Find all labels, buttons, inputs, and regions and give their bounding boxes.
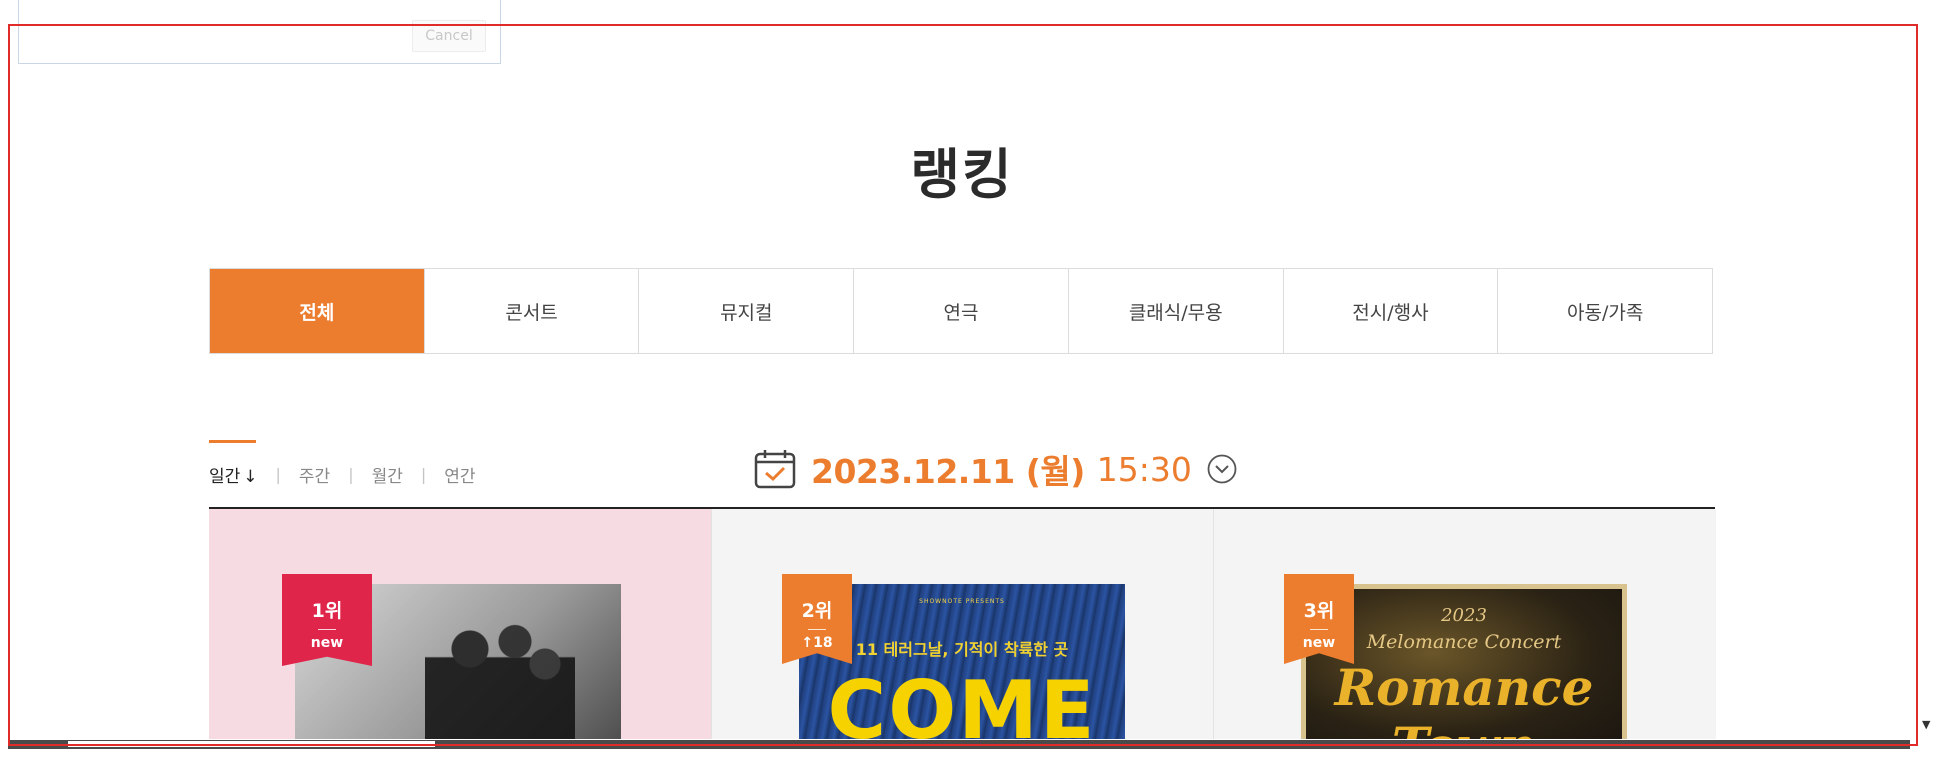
category-tabs: 전체 콘서트 뮤지컬 연극 클래식/무용 전시/행사 아동/가족	[209, 268, 1713, 354]
tab-classic-dance[interactable]: 클래식/무용	[1067, 269, 1283, 353]
ranking-item-2[interactable]: SHOWNOTE PRESENTS 11 테러그날, 기적이 착륙한 곳 COM…	[711, 509, 1214, 739]
period-daily[interactable]: 일간 ↓	[209, 462, 258, 487]
period-active-indicator	[209, 440, 256, 443]
rank-label: 2위	[801, 600, 833, 622]
period-divider: |	[420, 465, 427, 484]
scrollbar-thumb[interactable]	[68, 741, 435, 747]
rank-change: new	[1302, 635, 1336, 651]
tab-kids-family[interactable]: 아동/가족	[1497, 269, 1712, 353]
horizontal-scrollbar[interactable]	[8, 740, 1910, 749]
calendar-icon[interactable]	[753, 447, 797, 491]
period-monthly[interactable]: 월간	[372, 462, 403, 487]
cancel-button[interactable]: Cancel	[412, 20, 486, 52]
period-divider: |	[275, 465, 281, 484]
rank-change: ↑18	[801, 635, 833, 651]
chevron-down-circle-icon[interactable]	[1206, 453, 1238, 485]
period-daily-label: 일간	[209, 467, 241, 487]
ranking-date: 2023.12.11 (월) 15:30	[753, 446, 1238, 492]
ranking-item-1[interactable]: 1위 new	[209, 509, 711, 739]
poster-title: COME	[827, 664, 1097, 739]
tab-exhibition-event[interactable]: 전시/행사	[1282, 269, 1498, 353]
poster-title: Romance Town	[1334, 658, 1594, 740]
period-weekly[interactable]: 주간	[299, 462, 330, 487]
rank-label: 1위	[311, 600, 343, 622]
badge-rule	[1310, 629, 1328, 630]
rank-badge: 2위 ↑18	[782, 574, 852, 664]
rank-label: 3위	[1303, 600, 1335, 622]
ranking-time-text: 15:30	[1096, 449, 1192, 489]
period-selector: 일간 ↓ | 주간 | 월간 | 연간	[209, 462, 476, 487]
period-yearly[interactable]: 연간	[444, 462, 475, 487]
page-title: 랭킹	[910, 143, 1014, 206]
tab-play[interactable]: 연극	[853, 269, 1068, 353]
poster-figures	[425, 604, 575, 739]
period-divider: |	[348, 465, 354, 484]
ranking-item-3[interactable]: 2023 Melomance Concert Romance Town 3위 n…	[1213, 509, 1716, 739]
scroll-down-arrow-icon[interactable]: ▼	[1922, 718, 1930, 731]
tab-all[interactable]: 전체	[210, 269, 424, 353]
tab-musical[interactable]: 뮤지컬	[638, 269, 853, 353]
badge-rule	[808, 629, 826, 630]
ranking-date-text: 2023.12.11 (월)	[811, 452, 1085, 491]
sort-arrow-icon: ↓	[243, 467, 258, 487]
dialog-remnant: Cancel	[18, 0, 501, 64]
rank-badge: 3위 new	[1284, 574, 1354, 664]
tab-concert[interactable]: 콘서트	[423, 269, 639, 353]
badge-rule	[318, 629, 336, 630]
rank-badge: 1위 new	[282, 574, 372, 666]
rank-change: new	[310, 635, 344, 651]
